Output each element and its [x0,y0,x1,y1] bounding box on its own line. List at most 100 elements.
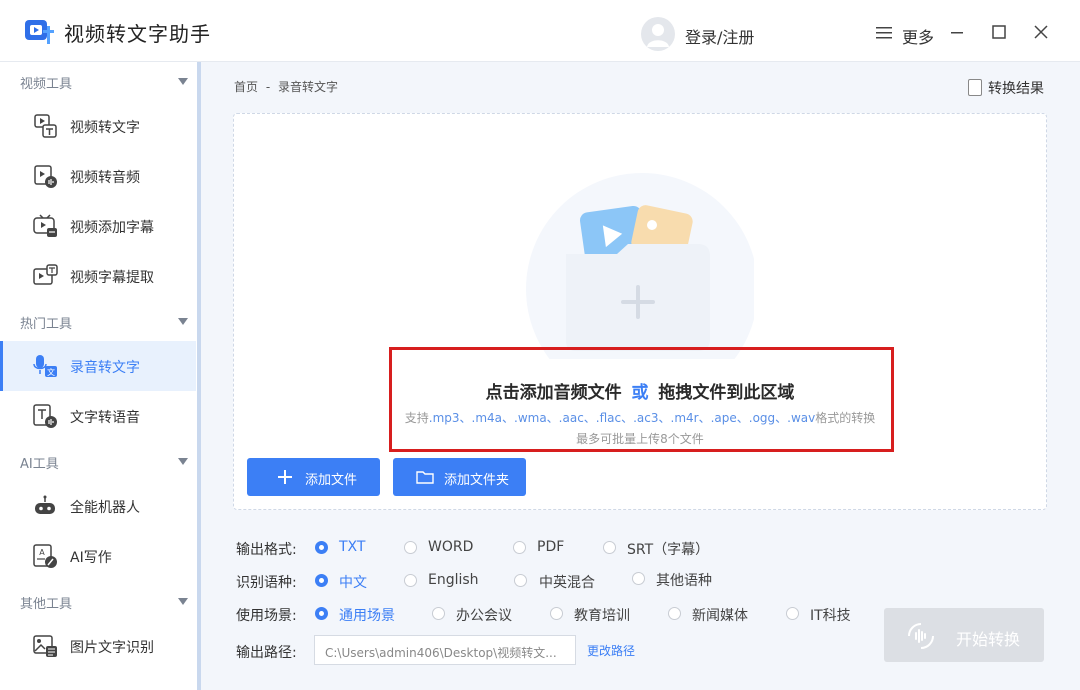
sidebar-item-ai-writing[interactable]: A AI写作 [0,531,196,581]
highlight-annotation [389,347,894,452]
sidebar-item-add-subtitle[interactable]: 视频添加字幕 [0,201,196,251]
scene-education-radio[interactable] [550,607,563,620]
sidebar-item-audio-to-text[interactable]: 文 录音转文字 [0,341,196,391]
svg-text:A: A [39,548,45,557]
format-word-option[interactable]: WORD [428,539,473,555]
conversion-results-link[interactable]: 转换结果 [968,78,1044,98]
output-path-label: 输出路径: [236,645,297,661]
document-icon [968,79,982,96]
app-title: 视频转文字助手 [64,22,211,46]
group-label: 热门工具 [20,317,73,332]
sidebar-item-label: AI写作 [70,550,112,566]
menu-icon[interactable] [876,26,892,40]
language-english-radio[interactable] [404,574,417,587]
sidebar-item-label: 图片文字识别 [70,640,154,656]
sidebar-item-label: 全能机器人 [70,500,140,516]
add-file-button[interactable]: 添加文件 [247,458,380,496]
ai-writing-icon: A [33,544,57,568]
caret-down-icon [178,598,188,605]
audio-to-text-icon: 文 [33,355,57,377]
user-icon [647,24,669,47]
login-register-link[interactable]: 登录/注册 [685,24,754,48]
scene-it-option[interactable]: IT科技 [810,605,851,625]
sidebar-group-other-tools[interactable]: 其他工具 [20,593,196,613]
close-icon[interactable] [1031,22,1051,42]
svg-text:文: 文 [47,367,55,377]
sidebar-item-image-ocr[interactable]: 图片文字识别 [0,621,196,671]
format-word-radio[interactable] [404,541,417,554]
breadcrumb: 首页 - 录音转文字 [234,78,338,95]
output-format-label: 输出格式: [236,542,297,558]
scene-it-radio[interactable] [786,607,799,620]
image-ocr-icon [33,635,57,657]
caret-down-icon [178,458,188,465]
group-label: 其他工具 [20,597,73,612]
breadcrumb-separator: - [265,80,271,94]
language-chinese-option[interactable]: 中文 [339,572,367,592]
sidebar-group-ai-tools[interactable]: AI工具 [20,453,196,473]
scene-news-radio[interactable] [668,607,681,620]
usage-scene-label: 使用场景: [236,608,297,624]
subtitle-extract-icon [33,264,58,285]
caret-down-icon [178,318,188,325]
maximize-icon[interactable] [989,22,1009,42]
language-mixed-option[interactable]: 中英混合 [539,572,595,592]
breadcrumb-home[interactable]: 首页 [234,80,258,94]
start-conversion-label: 开始转换 [956,630,1021,649]
sidebar-item-robot[interactable]: 全能机器人 [0,481,196,531]
folder-icon [416,471,434,484]
scene-education-option[interactable]: 教育培训 [574,605,630,625]
conversion-results-label: 转换结果 [988,81,1044,97]
scene-meeting-radio[interactable] [432,607,445,620]
language-other-option[interactable]: 其他语种 [656,570,712,590]
sidebar-item-label: 视频添加字幕 [70,220,154,236]
sidebar-item-label: 视频转音频 [70,170,140,186]
format-pdf-radio[interactable] [513,541,526,554]
more-menu-button[interactable]: 更多 [902,24,934,48]
language-chinese-radio[interactable] [315,574,328,587]
format-txt-option[interactable]: TXT [339,539,365,555]
add-subtitle-icon [33,214,57,237]
change-path-link[interactable]: 更改路径 [587,642,635,659]
sidebar-item-label: 录音转文字 [70,360,140,376]
add-file-label: 添加文件 [305,473,358,488]
format-srt-option[interactable]: SRT（字幕） [627,539,709,559]
audio-wave-icon [908,623,934,649]
sidebar-item-label: 视频字幕提取 [70,270,154,286]
group-label: AI工具 [20,457,59,472]
scene-general-option[interactable]: 通用场景 [339,605,395,625]
sidebar-item-video-to-text[interactable]: 视频转文字 [0,101,196,151]
sidebar-item-video-to-audio[interactable]: 视频转音频 [0,151,196,201]
language-english-option[interactable]: English [428,572,479,588]
plus-icon [278,470,292,484]
format-srt-radio[interactable] [603,541,616,554]
format-txt-radio[interactable] [315,541,328,554]
language-other-radio[interactable] [632,572,645,585]
add-folder-button[interactable]: 添加文件夹 [393,458,526,496]
robot-icon [35,495,55,514]
scene-news-option[interactable]: 新闻媒体 [692,605,748,625]
output-path-field[interactable]: C:\Users\admin406\Desktop\视频转文... [314,635,576,665]
scene-general-radio[interactable] [315,607,328,620]
sidebar-scrollbar[interactable] [197,62,201,690]
minimize-icon[interactable] [947,22,967,42]
caret-down-icon [178,78,188,85]
text-to-speech-icon [33,404,57,428]
language-mixed-radio[interactable] [514,574,527,587]
group-label: 视频工具 [20,77,73,92]
sidebar-item-text-to-speech[interactable]: 文字转语音 [0,391,196,441]
sidebar-group-hot-tools[interactable]: 热门工具 [20,313,196,333]
breadcrumb-current: 录音转文字 [278,80,339,94]
avatar[interactable] [641,17,675,51]
sidebar-item-label: 视频转文字 [70,120,140,136]
start-conversion-button[interactable]: 开始转换 [884,608,1044,662]
sidebar-group-video-tools[interactable]: 视频工具 [20,73,196,93]
app-logo-icon [25,20,54,44]
format-pdf-option[interactable]: PDF [537,539,564,555]
scene-meeting-option[interactable]: 办公会议 [456,605,512,625]
sidebar-item-label: 文字转语音 [70,410,140,426]
sidebar-item-subtitle-extract[interactable]: 视频字幕提取 [0,251,196,301]
video-to-text-icon [34,114,57,138]
video-to-audio-icon [34,165,57,188]
add-folder-illustration-icon [526,173,754,359]
